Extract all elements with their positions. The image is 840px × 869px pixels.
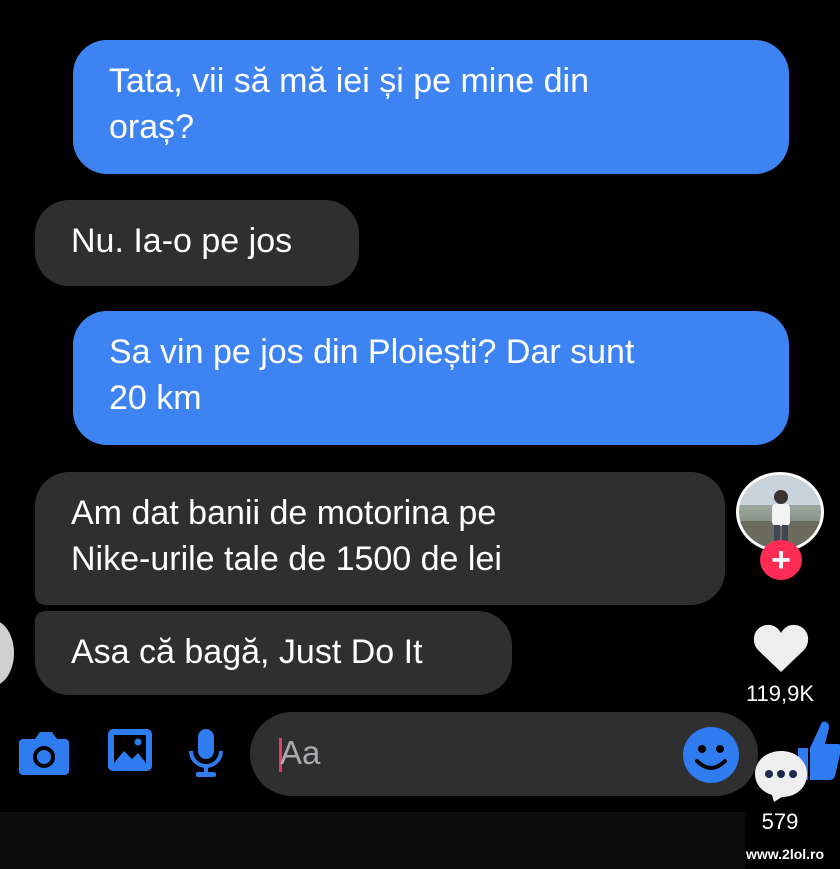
message-line: Tata, vii să mă iei și pe mine din (109, 62, 589, 100)
watermark: www.2lol.ro (746, 846, 825, 862)
comments-count: 579 (761, 809, 799, 834)
microphone-icon[interactable] (186, 727, 226, 779)
message-line: Nu. Ia-o pe jos (71, 222, 293, 260)
camera-icon[interactable] (17, 727, 71, 777)
message-line: Am dat banii de motorina pe (71, 494, 497, 532)
message-bubble-received: Asa că bagă, Just Do It (35, 611, 512, 695)
input-placeholder: Aa (280, 734, 321, 771)
message-bubble-received: Nu. Ia-o pe jos (35, 200, 359, 286)
message-bubble-sent: Tata, vii să mă iei și pe mine din oraș? (73, 40, 789, 174)
gallery-icon[interactable] (106, 727, 154, 773)
message-line: 20 km (109, 379, 202, 417)
bottom-strip (0, 812, 745, 869)
heart-icon[interactable] (752, 622, 810, 674)
message-line: Nike-urile tale de 1500 de lei (71, 540, 502, 578)
message-bubble-sent: Sa vin pe jos din Ploiești? Dar sunt 20 … (73, 311, 789, 445)
comment-icon[interactable] (752, 748, 810, 804)
emoji-icon[interactable] (682, 726, 740, 784)
message-input[interactable]: Aa (250, 712, 758, 796)
message-line: Asa că bagă, Just Do It (71, 633, 423, 671)
follow-button[interactable]: + (760, 540, 802, 580)
message-bubble-received: Am dat banii de motorina pe Nike-urile t… (35, 472, 725, 605)
likes-count: 119,9K (745, 681, 815, 706)
message-line: Sa vin pe jos din Ploiești? Dar sunt (109, 333, 635, 371)
sender-avatar (0, 620, 14, 686)
message-line: oraș? (109, 108, 195, 146)
